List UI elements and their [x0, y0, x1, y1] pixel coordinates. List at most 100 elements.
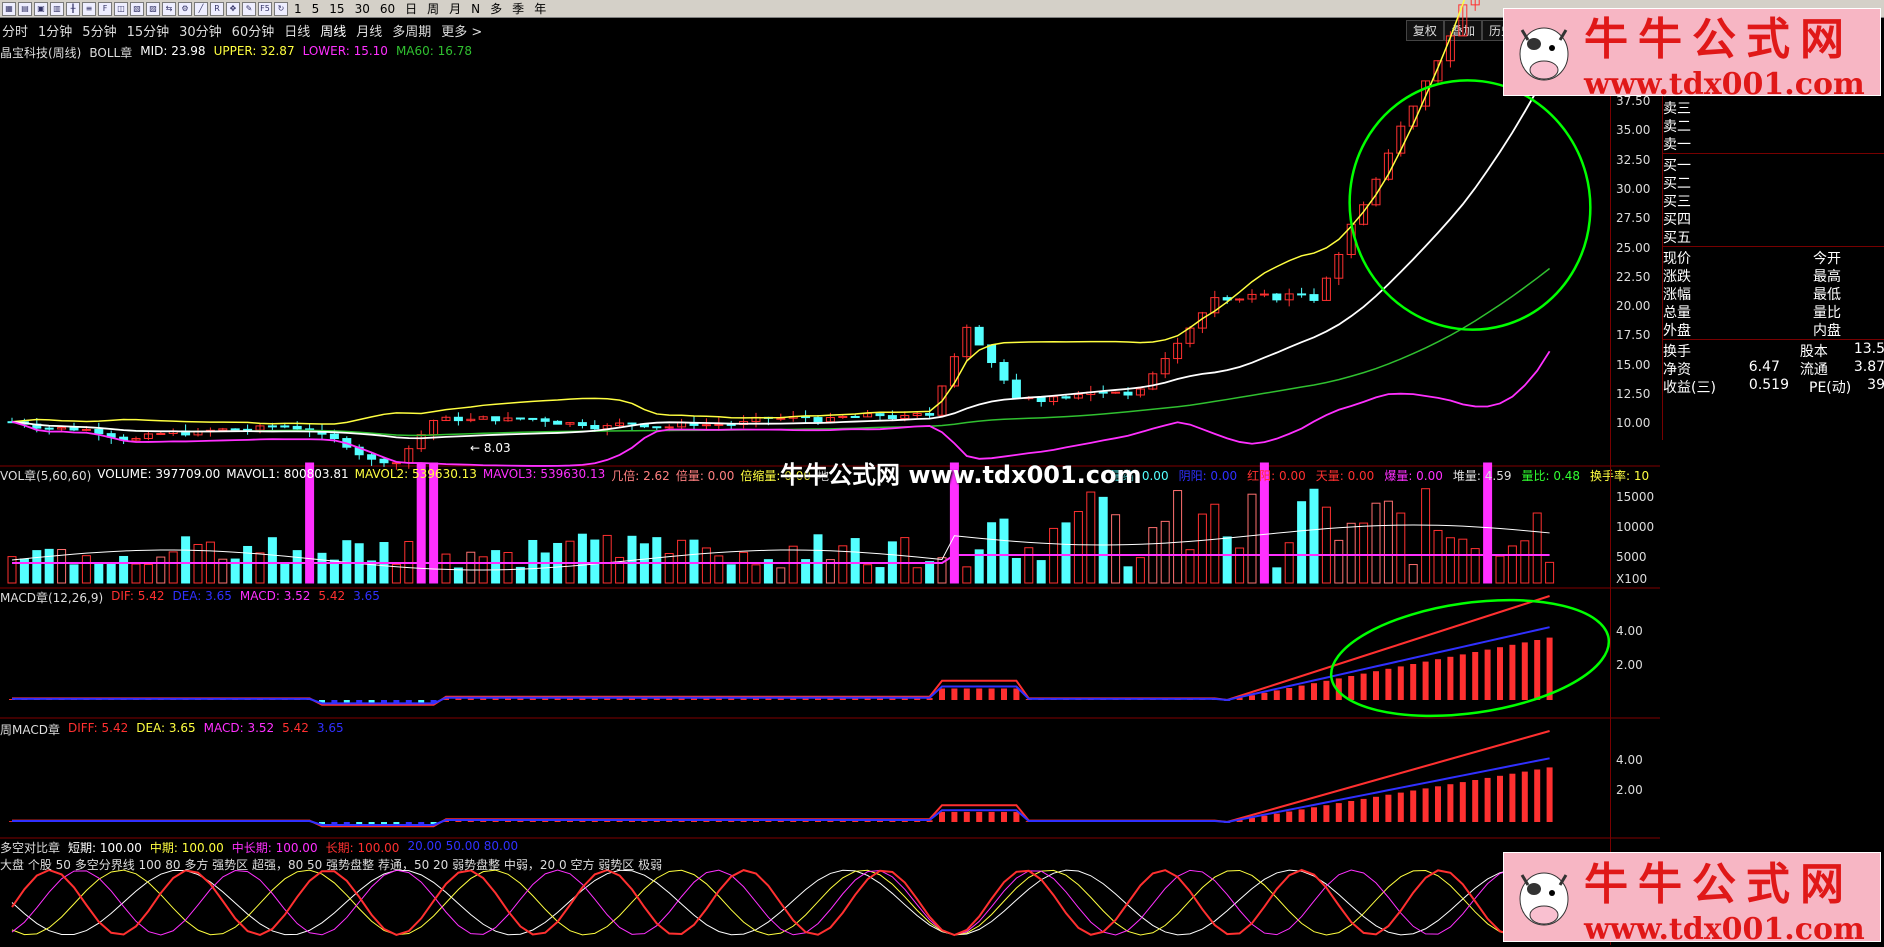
volume-bar [1520, 540, 1530, 584]
volume-bar [94, 562, 104, 584]
candle-body [813, 417, 823, 423]
watermark-middle: 牛牛公式网 www.tdx001.com [780, 461, 1142, 489]
volume-bar [751, 564, 761, 584]
volume-bar [652, 537, 662, 584]
quote-key: PE(动) [1809, 380, 1852, 396]
macd-bar-wmacd [1286, 811, 1293, 822]
cow-logo-icon [1519, 872, 1569, 926]
axis-tick-label: 2.00 [1616, 658, 1643, 672]
candle-body [230, 428, 240, 431]
volume-bar [1445, 537, 1455, 584]
candle-body [1123, 391, 1133, 396]
axis-tick-label: 32.50 [1616, 152, 1651, 167]
wmacd-panel-title: 周MACD章 DIFF: 5.42 DEA: 3.65 MACD: 3.52 5… [0, 721, 344, 738]
candle-body [1272, 293, 1282, 301]
volume-bar [1458, 538, 1468, 584]
volume-bar [156, 556, 166, 584]
volume-bar [962, 566, 972, 584]
candle-body [627, 422, 637, 425]
watermark-url: www.tdx001.com [1584, 66, 1865, 102]
bid-4: 买四 [1663, 209, 1884, 228]
macd-bar-macd [1534, 640, 1541, 700]
macd-bar-macd [1385, 668, 1392, 700]
volume-bar [466, 551, 476, 584]
macd-bar-macd [1459, 654, 1466, 700]
candle-body [652, 426, 662, 429]
candle-body [243, 428, 253, 431]
macd-bar-wmacd [1410, 790, 1417, 822]
quote-row: 收益(三) 0.519 PE(动) 39 [1663, 377, 1884, 396]
quote-key: 股本 [1799, 344, 1828, 360]
macd-bar-macd [976, 688, 983, 700]
quote-value [1733, 248, 1793, 266]
volume-bar [1532, 512, 1542, 584]
volume-bar [1222, 536, 1232, 584]
macd-bar-wmacd [1273, 813, 1280, 822]
quote-key: 外盘 [1663, 323, 1691, 339]
quote-value: 39 [1867, 377, 1884, 393]
macd-bar-macd [1360, 673, 1367, 700]
vol-panel-title: VOL章(5,60,60) VOLUME: 397709.00 MAVOL1: … [0, 467, 829, 484]
macd-bar-wmacd [1397, 792, 1404, 822]
volume-bar [267, 537, 277, 584]
macd-bar-macd [1373, 671, 1379, 700]
vol-volume: VOLUME: 397709.00 [97, 467, 221, 481]
main-panel-title: 晶宝科技(周线) BOLL章 MID: 23.98 UPPER: 32.87 L… [0, 44, 472, 61]
dea-line-macd [12, 626, 1550, 705]
quote-key: 总量 [1663, 305, 1691, 321]
volume-bar [528, 539, 538, 584]
volume-bar [317, 552, 327, 584]
macd-bar-macd [1484, 649, 1491, 700]
ma60-line [11, 267, 1551, 437]
quote-row: 现价 今开 [1663, 248, 1884, 267]
volume-bar [1235, 547, 1245, 584]
boll-lower-line [11, 350, 1551, 467]
macd-bar-macd [1435, 659, 1441, 700]
axis-tick-label: 15000 [1616, 490, 1655, 504]
ma60-value: MA60: 16.78 [395, 44, 472, 58]
candle-body [974, 326, 984, 346]
volume-bar [1359, 522, 1369, 584]
candle-body [1235, 298, 1245, 301]
volume-bar [1210, 503, 1220, 584]
candle-body [44, 427, 54, 430]
macd-bar-macd [1422, 661, 1429, 700]
macd-bar-macd [1472, 652, 1479, 700]
vol-mavol1: MAVOL1: 800803.81 [226, 467, 349, 481]
macd-bar-macd [1273, 690, 1280, 700]
volume-bar [577, 533, 587, 584]
volume-bar [280, 563, 290, 584]
axis-tick-label: 10.00 [1616, 416, 1651, 431]
volume-bar [987, 522, 997, 584]
quote-row: 涨跌 最高 [1663, 266, 1884, 285]
boll-upper-line [11, 0, 1466, 425]
volume-bar [1297, 501, 1307, 584]
volume-bar [1160, 520, 1170, 584]
quote-panel: 卖四 卖三 卖二 卖一 买一 买二 买三 买四 买五 现价今开 涨跌最高 涨幅最… [1662, 80, 1884, 440]
vol-panel-title-right: 量缩: 0.00 阴阳: 0.00 红阳: 0.00 天量: 0.00 爆量: … [1110, 467, 1649, 484]
candle-body [1111, 391, 1121, 394]
volume-bar [850, 538, 860, 584]
bid-label: 买三 [1663, 194, 1691, 210]
macd-bar-wmacd [1385, 794, 1392, 822]
candle-body [664, 426, 674, 429]
bid-5: 买五 [1663, 227, 1884, 246]
quote-key: 涨幅 [1663, 287, 1691, 303]
volume-bar [1197, 513, 1207, 584]
candle-body [875, 413, 885, 417]
candle-body [887, 415, 897, 420]
dkb-long: 长期: 100.00 [325, 841, 400, 855]
watermark-top: 牛牛公式网 www.tdx001.com [1503, 8, 1881, 102]
quote-key: 最低 [1813, 287, 1841, 303]
dea-line-wmacd [12, 757, 1550, 826]
axis-tick-label: 10000 [1616, 520, 1655, 534]
macd-bar-wmacd [1534, 769, 1541, 822]
volume-bar [503, 551, 513, 584]
volume-bar [1334, 539, 1344, 584]
macd-bar-wmacd [1472, 780, 1479, 822]
volume-bar [1545, 561, 1555, 584]
boll-mid: MID: 23.98 [140, 44, 206, 58]
macd-bar-wmacd [1521, 771, 1528, 822]
volume-bar [1024, 547, 1034, 584]
candle-body [1309, 294, 1319, 301]
